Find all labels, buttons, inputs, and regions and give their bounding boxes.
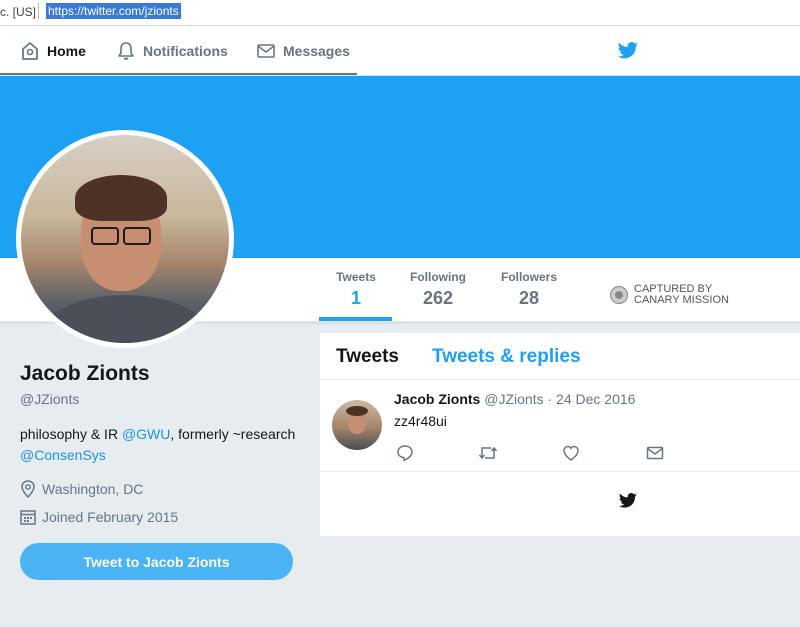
bio-text-1: philosophy & IR (20, 426, 122, 442)
timeline-tabs: Tweets Tweets & replies (320, 333, 800, 380)
envelope-icon (257, 44, 275, 58)
tweet-header: Jacob Zionts @JZionts · 24 Dec 2016 (394, 391, 635, 407)
canary-line2: CANARY MISSION (634, 294, 729, 306)
profile-name[interactable]: Jacob Zionts (20, 362, 150, 386)
top-navigation: Home Notifications Messages (0, 26, 800, 76)
nav-messages-label: Messages (283, 43, 350, 59)
tweet-separator: · (547, 391, 553, 407)
canary-logo-icon (610, 286, 628, 304)
tweet-item[interactable]: Jacob Zionts @JZionts · 24 Dec 2016 zz4r… (320, 380, 800, 472)
url-field[interactable]: https://twitter.com/jzionts (46, 3, 181, 19)
nav-messages[interactable]: Messages (256, 26, 350, 76)
tweet-author-name[interactable]: Jacob Zionts (394, 391, 480, 407)
profile-avatar[interactable] (16, 130, 234, 348)
bell-icon (118, 42, 134, 60)
stat-followers[interactable]: Followers 28 (494, 270, 564, 309)
reply-icon[interactable] (396, 444, 414, 462)
timeline: Tweets Tweets & replies Jacob Zionts @JZ… (320, 333, 800, 536)
calendar-icon (20, 510, 36, 525)
stat-following-label: Following (410, 270, 466, 284)
nav-notifications-label: Notifications (143, 43, 228, 59)
tweet-text: zz4r48ui (394, 413, 447, 429)
nav-notifications[interactable]: Notifications (116, 26, 228, 76)
avatar-photo (21, 135, 229, 343)
stat-following[interactable]: Following 262 (400, 270, 476, 309)
profile-joined: Joined February 2015 (20, 509, 178, 525)
stat-tweets[interactable]: Tweets 1 (320, 270, 392, 309)
profile-joined-text: Joined February 2015 (42, 509, 179, 525)
twitter-bird-icon[interactable] (617, 42, 639, 60)
nav-home-label: Home (47, 43, 86, 59)
tweet-actions (394, 444, 694, 464)
stat-tweets-label: Tweets (336, 270, 376, 284)
profile-handle[interactable]: @JZionts (20, 391, 79, 407)
active-stat-underline (319, 317, 392, 321)
stat-following-value: 262 (422, 288, 454, 308)
tab-tweets-and-replies[interactable]: Tweets & replies (432, 346, 581, 368)
address-separator (38, 3, 39, 19)
tab-tweets[interactable]: Tweets (336, 346, 399, 368)
tweet-date[interactable]: 24 Dec 2016 (556, 391, 635, 407)
nav-home[interactable]: Home (20, 26, 86, 76)
twitter-bird-footer-icon (618, 493, 637, 508)
canary-mission-stamp: CAPTURED BY CANARY MISSION (610, 284, 729, 306)
stat-followers-value: 28 (518, 288, 540, 308)
security-indicator: c. [US] (0, 5, 37, 19)
bio-mention-consensys[interactable]: @ConsenSys (20, 447, 106, 463)
profile-location-text: Washington, DC (42, 481, 144, 497)
bio-text-2: , formerly ~research (170, 426, 296, 442)
stat-followers-label: Followers (500, 270, 557, 284)
home-icon (22, 42, 38, 60)
nav-underline (0, 73, 357, 75)
direct-message-icon[interactable] (646, 444, 664, 462)
profile-location: Washington, DC (20, 480, 143, 498)
profile-bio: philosophy & IR @GWU, formerly ~research… (20, 424, 300, 466)
tweet-author-handle[interactable]: @JZionts (484, 391, 543, 407)
heart-icon[interactable] (562, 444, 580, 462)
browser-address-bar: c. [US] https://twitter.com/jzionts (0, 0, 800, 26)
retweet-icon[interactable] (478, 444, 498, 462)
bio-mention-gwu[interactable]: @GWU (122, 426, 170, 442)
location-pin-icon (21, 480, 35, 498)
tweet-avatar[interactable] (332, 400, 382, 450)
tweet-to-button[interactable]: Tweet to Jacob Zionts (20, 543, 293, 580)
stat-tweets-value: 1 (350, 288, 361, 308)
